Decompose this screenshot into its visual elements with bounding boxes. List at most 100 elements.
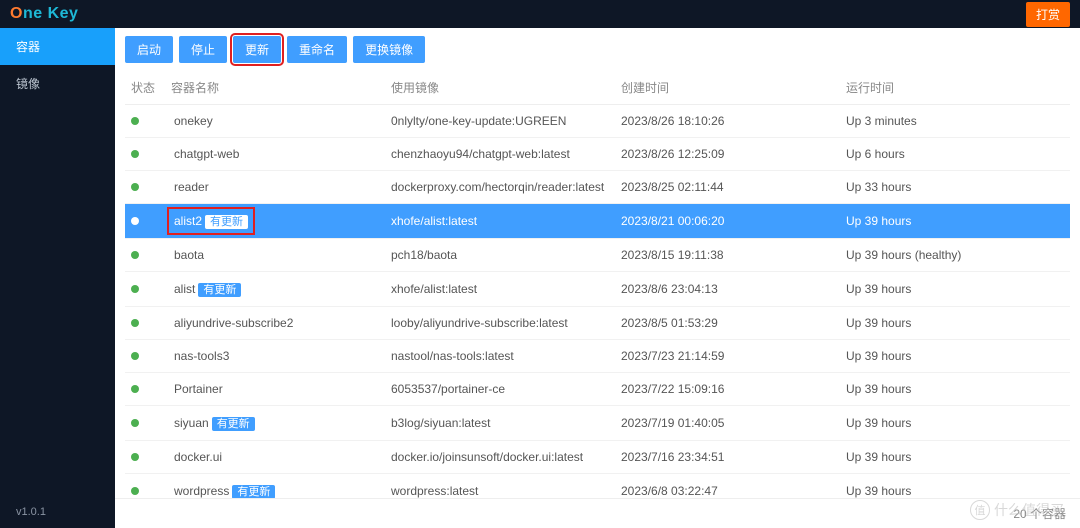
cell-created: 2023/8/15 19:11:38 xyxy=(615,239,840,272)
status-dot-icon xyxy=(131,352,139,360)
container-name: alist有更新 xyxy=(171,279,244,299)
toolbar: 启动停止更新重命名更换镜像 xyxy=(115,28,1080,71)
container-name: alist2有更新 xyxy=(171,211,251,231)
container-name: baota xyxy=(171,246,207,264)
status-dot-icon xyxy=(131,285,139,293)
cell-image: wordpress:latest xyxy=(385,474,615,499)
status-dot-icon xyxy=(131,117,139,125)
cell-created: 2023/8/6 23:04:13 xyxy=(615,272,840,307)
cell-status xyxy=(125,272,165,307)
cell-image: docker.io/joinsunsoft/docker.ui:latest xyxy=(385,441,615,474)
status-dot-icon xyxy=(131,251,139,259)
container-name-text: nas-tools3 xyxy=(174,349,229,363)
cell-image: nastool/nas-tools:latest xyxy=(385,340,615,373)
cell-name: chatgpt-web xyxy=(165,138,385,171)
cell-name: nas-tools3 xyxy=(165,340,385,373)
row-count: 20 个容器 xyxy=(1013,505,1066,522)
cell-status xyxy=(125,474,165,499)
sidebar-item-0[interactable]: 容器 xyxy=(0,28,115,65)
cell-created: 2023/8/26 12:25:09 xyxy=(615,138,840,171)
cell-name: reader xyxy=(165,171,385,204)
cell-name: docker.ui xyxy=(165,441,385,474)
table-row[interactable]: baotapch18/baota2023/8/15 19:11:38Up 39 … xyxy=(125,239,1070,272)
cell-image: b3log/siyuan:latest xyxy=(385,406,615,441)
cell-status xyxy=(125,307,165,340)
status-dot-icon xyxy=(131,487,139,495)
cell-status xyxy=(125,204,165,239)
table-row[interactable]: siyuan有更新b3log/siyuan:latest2023/7/19 01… xyxy=(125,406,1070,441)
cell-created: 2023/8/25 02:11:44 xyxy=(615,171,840,204)
cell-status xyxy=(125,105,165,138)
logo-part2: ne Key xyxy=(23,5,78,23)
cell-status xyxy=(125,373,165,406)
update-tag: 有更新 xyxy=(212,417,255,431)
table-row[interactable]: wordpress有更新wordpress:latest2023/6/8 03:… xyxy=(125,474,1070,499)
footer: 20 个容器 xyxy=(115,498,1080,528)
table-row[interactable]: Portainer6053537/portainer-ce2023/7/22 1… xyxy=(125,373,1070,406)
table-row[interactable]: nas-tools3nastool/nas-tools:latest2023/7… xyxy=(125,340,1070,373)
table-row[interactable]: chatgpt-webchenzhaoyu94/chatgpt-web:late… xyxy=(125,138,1070,171)
container-name-text: Portainer xyxy=(174,382,223,396)
cell-image: chenzhaoyu94/chatgpt-web:latest xyxy=(385,138,615,171)
container-name-text: onekey xyxy=(174,114,213,128)
status-dot-icon xyxy=(131,217,139,225)
col-name[interactable]: 容器名称 xyxy=(165,71,385,105)
cell-uptime: Up 39 hours xyxy=(840,474,1070,499)
toolbar-button-2[interactable]: 更新 xyxy=(233,36,281,63)
cell-status xyxy=(125,441,165,474)
cell-name: wordpress有更新 xyxy=(165,474,385,499)
sidebar: 容器镜像 v1.0.1 xyxy=(0,28,115,528)
container-name-text: reader xyxy=(174,180,209,194)
cell-created: 2023/8/5 01:53:29 xyxy=(615,307,840,340)
container-name-text: alist xyxy=(174,282,195,296)
cell-name: baota xyxy=(165,239,385,272)
container-name: onekey xyxy=(171,112,216,130)
toolbar-button-0[interactable]: 启动 xyxy=(125,36,173,63)
cell-uptime: Up 39 hours xyxy=(840,373,1070,406)
cell-image: pch18/baota xyxy=(385,239,615,272)
table-row[interactable]: aliyundrive-subscribe2looby/aliyundrive-… xyxy=(125,307,1070,340)
container-name-text: aliyundrive-subscribe2 xyxy=(174,316,293,330)
table-row[interactable]: alist2有更新xhofe/alist:latest2023/8/21 00:… xyxy=(125,204,1070,239)
containers-table: 状态 容器名称 使用镜像 创建时间 运行时间 onekey0nlylty/one… xyxy=(125,71,1070,498)
status-dot-icon xyxy=(131,319,139,327)
cell-created: 2023/7/22 15:09:16 xyxy=(615,373,840,406)
toolbar-button-3[interactable]: 重命名 xyxy=(287,36,347,63)
cell-name: siyuan有更新 xyxy=(165,406,385,441)
cell-status xyxy=(125,239,165,272)
col-status[interactable]: 状态 xyxy=(125,71,165,105)
update-tag: 有更新 xyxy=(232,485,275,498)
col-image[interactable]: 使用镜像 xyxy=(385,71,615,105)
table-row[interactable]: onekey0nlylty/one-key-update:UGREEN2023/… xyxy=(125,105,1070,138)
status-dot-icon xyxy=(131,150,139,158)
update-tag: 有更新 xyxy=(198,283,241,297)
table-row[interactable]: docker.ui docker.io/joinsunsoft/docker.ui… xyxy=(125,441,1070,474)
col-created[interactable]: 创建时间 xyxy=(615,71,840,105)
cell-uptime: Up 39 hours xyxy=(840,441,1070,474)
cell-created: 2023/8/26 18:10:26 xyxy=(615,105,840,138)
container-name-text: docker.ui xyxy=(174,450,222,464)
cell-uptime: Up 39 hours xyxy=(840,406,1070,441)
version-label: v1.0.1 xyxy=(0,496,115,528)
table-row[interactable]: alist有更新 xhofe/alist:latest2023/8/6 23:04… xyxy=(125,272,1070,307)
col-uptime[interactable]: 运行时间 xyxy=(840,71,1070,105)
container-name: siyuan有更新 xyxy=(171,413,258,433)
cell-uptime: Up 6 hours xyxy=(840,138,1070,171)
cell-uptime: Up 39 hours xyxy=(840,272,1070,307)
cell-image: xhofe/alist:latest xyxy=(385,204,615,239)
app-logo: O ne Key xyxy=(10,5,78,23)
toolbar-button-1[interactable]: 停止 xyxy=(179,36,227,63)
cell-status xyxy=(125,138,165,171)
cell-name: onekey xyxy=(165,105,385,138)
update-tag: 有更新 xyxy=(205,215,248,229)
sidebar-item-1[interactable]: 镜像 xyxy=(0,65,115,102)
table-row[interactable]: readerdockerproxy.com/hectorqin/reader:l… xyxy=(125,171,1070,204)
cell-name: alist2有更新 xyxy=(165,204,385,239)
cell-uptime: Up 39 hours xyxy=(840,307,1070,340)
donate-button[interactable]: 打赏 xyxy=(1026,2,1070,27)
toolbar-button-4[interactable]: 更换镜像 xyxy=(353,36,425,63)
cell-created: 2023/7/16 23:34:51 xyxy=(615,441,840,474)
cell-image: xhofe/alist:latest xyxy=(385,272,615,307)
container-name: reader xyxy=(171,178,212,196)
status-dot-icon xyxy=(131,385,139,393)
